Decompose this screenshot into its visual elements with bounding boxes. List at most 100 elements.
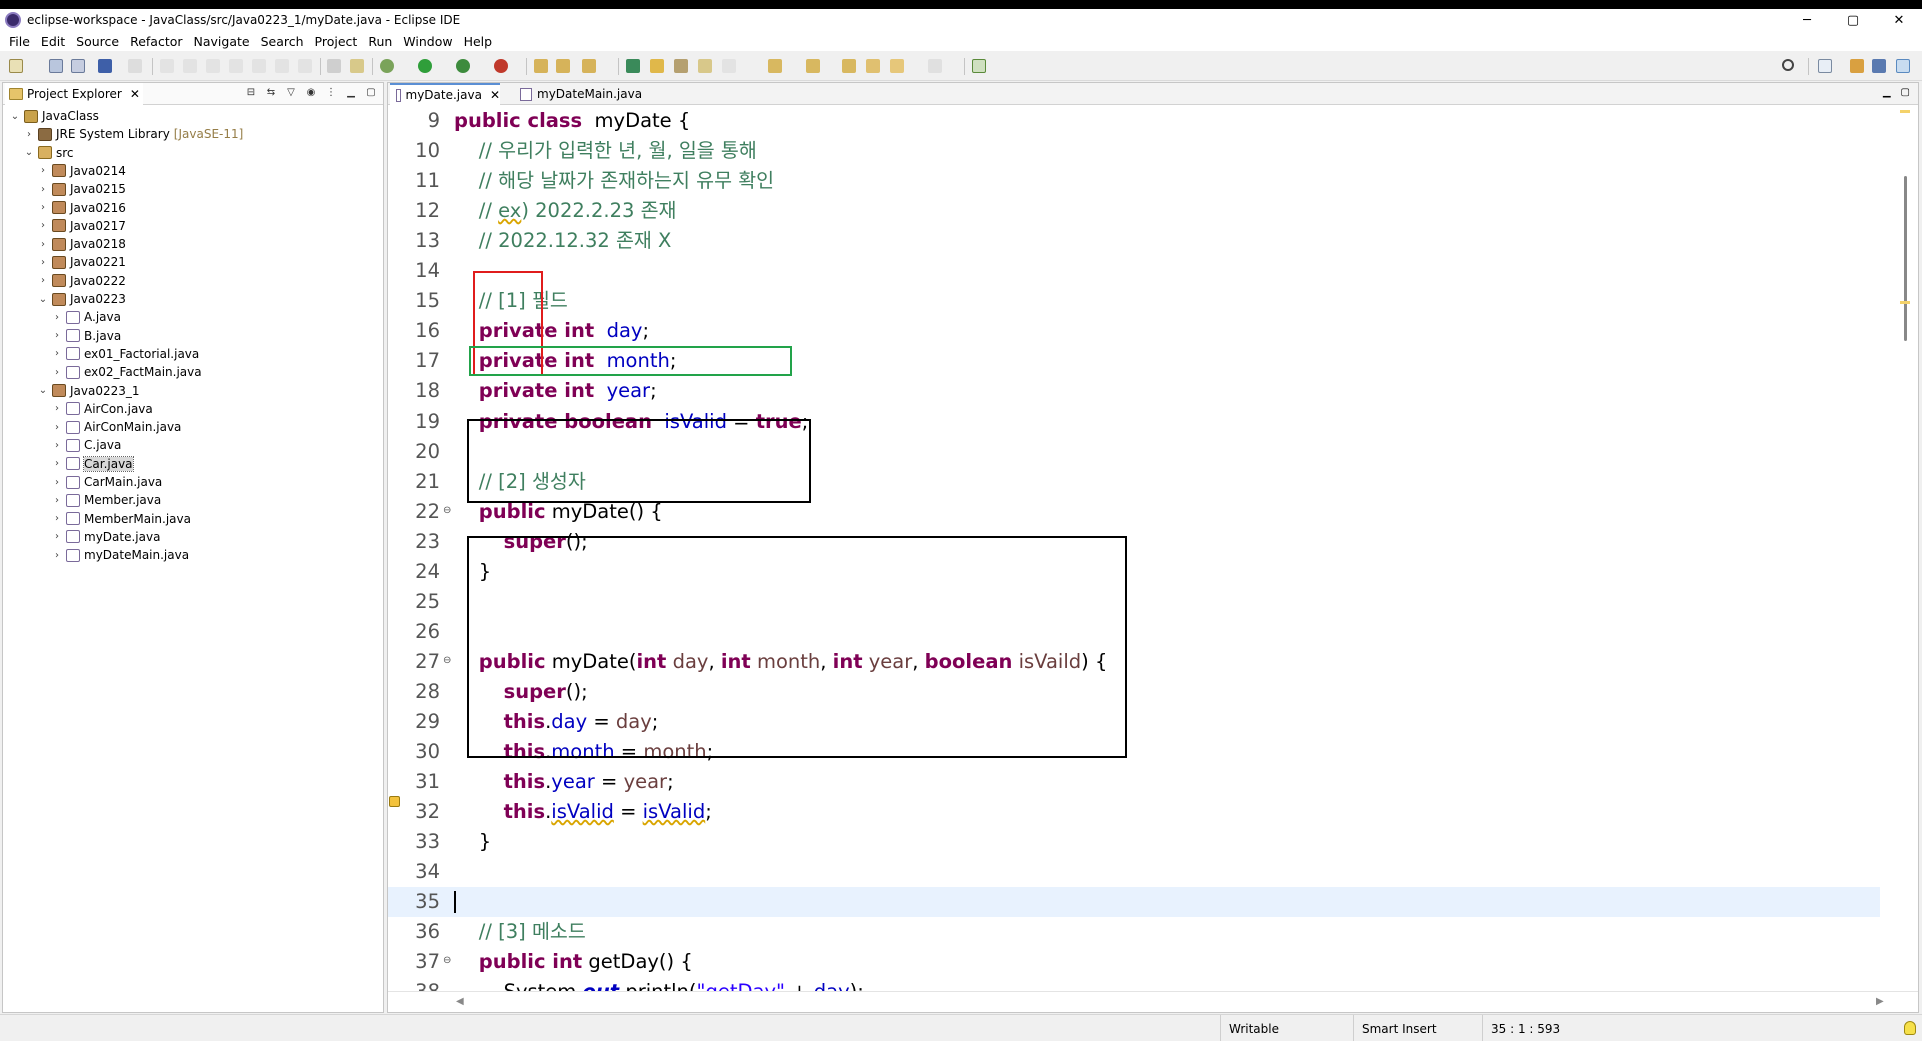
chevron-right-icon[interactable]: › — [51, 531, 63, 542]
close-icon[interactable]: ✕ — [130, 87, 140, 101]
tree-item[interactable]: › Java0221 — [37, 253, 126, 271]
tree-item[interactable]: › A.java — [51, 308, 121, 326]
open-task-icon[interactable] — [650, 59, 664, 73]
code-line[interactable]: 23 super(); — [388, 527, 1880, 557]
coverage-icon[interactable] — [456, 59, 470, 73]
chevron-right-icon[interactable]: › — [37, 202, 49, 213]
open-perspective-icon[interactable] — [1818, 59, 1832, 73]
filter-icon[interactable]: ▽ — [285, 87, 297, 99]
chevron-right-icon[interactable]: › — [37, 165, 49, 176]
maximize-button[interactable]: ▢ — [1830, 9, 1876, 31]
scroll-right-icon[interactable]: ▶ — [1876, 996, 1884, 1007]
tree-item[interactable]: › Java0218 — [37, 235, 126, 253]
resume-icon[interactable] — [160, 59, 174, 73]
code-line[interactable]: 36 // [3] 메소드 — [388, 917, 1880, 947]
tree-item[interactable]: ⌄ src — [23, 144, 74, 162]
code-line[interactable]: 12 // ex) 2022.2.23 존재 — [388, 196, 1880, 226]
code-line[interactable]: 20 — [388, 437, 1880, 467]
chevron-right-icon[interactable]: › — [37, 239, 49, 250]
tree-item[interactable]: ⌄ Java0223_1 — [37, 382, 140, 400]
chevron-right-icon[interactable]: › — [37, 275, 49, 286]
code-line[interactable]: 9 public class myDate { — [388, 106, 1880, 136]
menu-file[interactable]: File — [9, 34, 30, 49]
code-line[interactable]: 33 } — [388, 827, 1880, 857]
tree-item[interactable]: › C.java — [51, 436, 121, 454]
code-line[interactable]: 34 — [388, 857, 1880, 887]
tree-item[interactable]: › AirCon.java — [51, 400, 153, 418]
tree-item[interactable]: ⌄ Java0223 — [37, 290, 126, 308]
code-line[interactable]: 11 // 해당 날짜가 존재하는지 유무 확인 — [388, 166, 1880, 196]
code-line[interactable]: 22 ⊖ public myDate() { — [388, 497, 1880, 527]
chevron-right-icon[interactable]: › — [51, 330, 63, 341]
search-icon[interactable] — [1782, 59, 1794, 71]
code-line[interactable]: 15 // [1] 필드 — [388, 286, 1880, 316]
last-edit-icon[interactable] — [842, 59, 856, 73]
next-annotation-icon[interactable] — [768, 59, 782, 73]
chevron-right-icon[interactable]: › — [51, 348, 63, 359]
tree-item[interactable]: ⌄ JavaClass — [9, 107, 99, 125]
tree-item[interactable]: › JRE System Library [JavaSE-11] — [23, 125, 243, 143]
toggle-mark-occurrences-icon[interactable] — [698, 59, 712, 73]
chevron-right-icon[interactable]: › — [37, 257, 49, 268]
tree-item[interactable]: › Java0217 — [37, 217, 126, 235]
tree-item[interactable]: › Car.java — [51, 455, 134, 473]
drop-to-frame-icon[interactable] — [350, 59, 364, 73]
menu-navigate[interactable]: Navigate — [194, 34, 250, 49]
pin-editor-icon[interactable] — [972, 59, 986, 73]
collapse-all-icon[interactable]: ⊟ — [245, 87, 257, 99]
scroll-left-icon[interactable]: ◀ — [456, 996, 464, 1007]
fold-toggle-icon[interactable]: ⊖ — [443, 956, 451, 966]
tree-item[interactable]: › MemberMain.java — [51, 510, 191, 528]
disconnect-icon[interactable] — [229, 59, 243, 73]
maximize-icon[interactable]: ▢ — [365, 87, 377, 99]
scrollbar-thumb[interactable] — [1904, 176, 1907, 341]
code-line[interactable]: 30 this.month = month; — [388, 737, 1880, 767]
code-line[interactable]: 18 private int year; — [388, 376, 1880, 406]
close-icon[interactable]: ✕ — [490, 88, 500, 102]
tab-project-explorer[interactable]: Project Explorer ✕ — [5, 83, 143, 105]
tab-mydatemain-java[interactable]: myDateMain.java — [514, 83, 654, 105]
forward-arrow-icon[interactable] — [928, 59, 942, 73]
tab-mydate-java[interactable]: myDate.java ✕ — [390, 83, 500, 105]
chevron-right-icon[interactable]: › — [51, 312, 63, 323]
code-line[interactable]: 38 System.out.println("getDay" + day); — [388, 977, 1880, 991]
code-line[interactable]: 14 — [388, 256, 1880, 286]
code-line[interactable]: 27 ⊖ public myDate(int day, int month, in… — [388, 647, 1880, 677]
focus-icon[interactable]: ◉ — [305, 87, 317, 99]
menu-source[interactable]: Source — [76, 34, 119, 49]
tree-item[interactable]: › ex01_Factorial.java — [51, 345, 199, 363]
chevron-right-icon[interactable]: › — [51, 458, 63, 469]
chevron-right-icon[interactable]: › — [51, 477, 63, 488]
fold-toggle-icon[interactable]: ⊖ — [443, 655, 451, 666]
debug-icon[interactable] — [380, 59, 394, 73]
chevron-right-icon[interactable]: › — [51, 367, 63, 378]
tree-item[interactable]: › B.java — [51, 327, 121, 345]
overview-mark-top[interactable] — [1900, 110, 1910, 113]
code-line[interactable]: 32 this.isValid = isValid; — [388, 797, 1880, 827]
warning-icon[interactable] — [389, 796, 400, 807]
tree-item[interactable]: › Java0222 — [37, 272, 126, 290]
minimize-button[interactable]: ─ — [1784, 9, 1830, 31]
code-line[interactable]: 26 — [388, 617, 1880, 647]
maximize-icon[interactable]: ▢ — [1901, 87, 1910, 98]
code-line[interactable]: 28 super(); — [388, 677, 1880, 707]
chevron-right-icon[interactable]: › — [51, 403, 63, 414]
external-tools-icon[interactable] — [494, 59, 508, 73]
chevron-right-icon[interactable]: › — [51, 513, 63, 524]
code-line[interactable]: 16 private int day; — [388, 316, 1880, 346]
chevron-down-icon[interactable]: ⌄ — [37, 385, 49, 396]
close-button[interactable]: ✕ — [1876, 9, 1922, 31]
fold-toggle-icon[interactable]: ⊖ — [443, 505, 451, 516]
tree-item[interactable]: › AirConMain.java — [51, 418, 181, 436]
code-line[interactable]: 24 } — [388, 557, 1880, 587]
chevron-right-icon[interactable]: › — [51, 495, 63, 506]
skip-breakpoints-icon[interactable] — [128, 59, 142, 73]
code-line[interactable]: 21 // [2] 생성자 — [388, 467, 1880, 497]
tree-item[interactable]: › myDateMain.java — [51, 546, 189, 564]
menu-refactor[interactable]: Refactor — [130, 34, 182, 49]
back-arrow-icon[interactable] — [890, 59, 904, 73]
new-java-project-icon[interactable] — [534, 59, 548, 73]
tree-item[interactable]: › ex02_FactMain.java — [51, 363, 202, 381]
overview-mark-warning[interactable] — [1900, 301, 1910, 304]
tree-item[interactable]: › Java0216 — [37, 199, 126, 217]
